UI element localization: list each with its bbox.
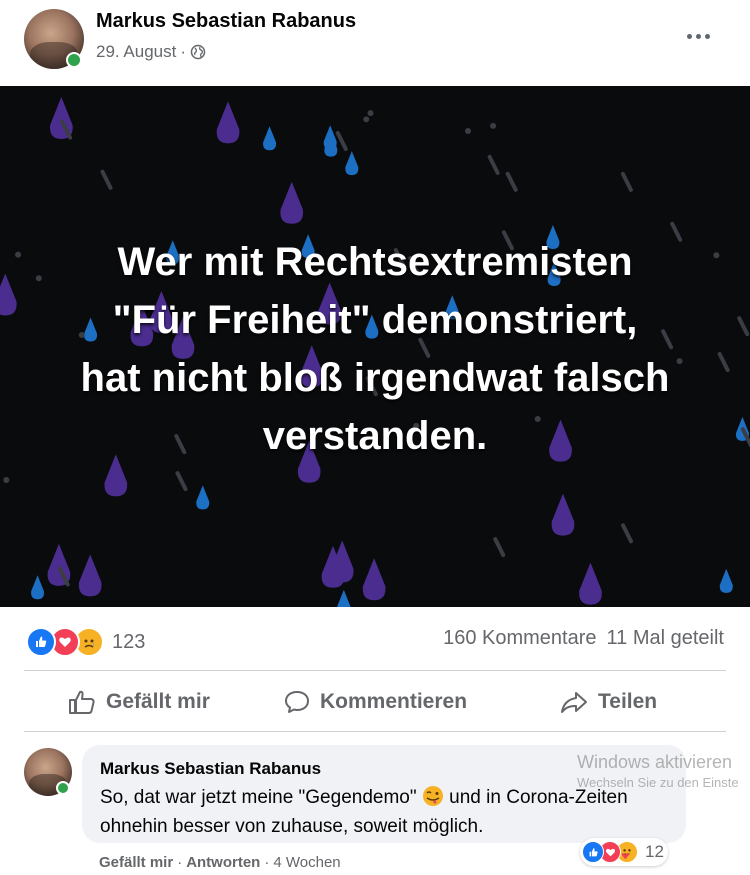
raindrop xyxy=(196,485,210,510)
raindrop xyxy=(620,171,633,192)
online-status-icon xyxy=(66,52,82,68)
post-header: Markus Sebastian Rabanus 29. August · xyxy=(0,0,750,86)
comment-reply-link[interactable]: Antworten xyxy=(186,854,260,871)
raindrop xyxy=(487,154,500,175)
watermark-subtitle: Wechseln Sie zu den Einste xyxy=(577,775,739,790)
more-options-icon xyxy=(686,33,692,39)
raindrop xyxy=(367,110,374,117)
like-icon xyxy=(582,841,604,863)
comment-footer: Gefällt mir · Antworten · 4 Wochen xyxy=(99,854,341,871)
share-arrow-icon xyxy=(561,692,587,713)
globe-icon xyxy=(190,44,206,60)
comment-time[interactable]: 4 Wochen xyxy=(273,854,340,871)
raindrop xyxy=(31,575,45,600)
like-icon xyxy=(26,627,56,657)
meta-separator: · xyxy=(180,42,187,61)
comment-button[interactable]: Kommentieren xyxy=(284,672,467,732)
comment-bubble-icon xyxy=(285,691,309,713)
commenter-online-icon xyxy=(56,781,70,795)
share-button-label: Teilen xyxy=(598,690,658,713)
comments-count-link[interactable]: 160 Kommentare xyxy=(443,627,596,650)
share-button[interactable]: Teilen xyxy=(560,672,657,732)
winking-tongue-emoji-icon xyxy=(422,786,443,806)
raindrop xyxy=(335,130,348,151)
actions-divider xyxy=(24,731,726,732)
reaction-count: 123 xyxy=(112,630,146,653)
post-meta: 29. August · xyxy=(96,42,206,62)
stats-right: 160 Kommentare 11 Mal geteilt xyxy=(443,627,724,650)
raindrop xyxy=(363,116,370,123)
raindrop xyxy=(323,125,337,150)
raindrop xyxy=(362,558,386,601)
raindrop xyxy=(493,537,506,558)
raindrop xyxy=(621,523,634,544)
like-button[interactable]: Gefällt mir xyxy=(68,672,210,732)
raindrop xyxy=(551,493,575,536)
post-image[interactable]: Wer mit Rechtsextremisten "Für Freiheit"… xyxy=(0,86,750,607)
raindrop xyxy=(78,554,102,597)
comment-button-label: Kommentieren xyxy=(320,690,468,713)
image-text-line: hat nicht bloß irgendwat falsch xyxy=(80,356,670,400)
post-stats: 123 160 Kommentare 11 Mal geteilt xyxy=(0,607,750,669)
comment-like-link[interactable]: Gefällt mir xyxy=(99,854,173,871)
raindrop xyxy=(579,562,602,605)
action-bar: Gefällt mir Kommentieren Teilen xyxy=(0,672,750,732)
raindrop xyxy=(263,126,277,151)
shares-count-link[interactable]: 11 Mal geteilt xyxy=(607,627,724,650)
raindrop xyxy=(3,477,10,484)
raindrop xyxy=(216,101,240,144)
raindrop xyxy=(490,122,497,129)
stats-divider xyxy=(24,670,726,671)
comment-reaction-count: 12 xyxy=(645,842,664,861)
watermark-title: Windows aktivieren xyxy=(577,752,733,772)
raindrop xyxy=(505,171,518,192)
post-date[interactable]: 29. August xyxy=(96,42,176,62)
raindrop xyxy=(100,169,113,190)
reactions-summary[interactable]: 123 xyxy=(26,627,145,657)
image-text: Wer mit Rechtsextremisten "Für Freiheit"… xyxy=(0,233,750,465)
image-text-line: "Für Freiheit" demonstriert, xyxy=(112,298,638,342)
comment-text-part: So, dat war jetzt meine "Gegendemo" xyxy=(100,787,417,808)
raindrop xyxy=(337,589,351,607)
raindrop xyxy=(280,181,304,224)
more-options-button[interactable] xyxy=(680,24,716,48)
thumbs-up-icon xyxy=(69,690,95,714)
image-text-line: Wer mit Rechtsextremisten xyxy=(117,240,633,284)
windows-activation-watermark: Windows aktivieren Wechseln Sie zu den E… xyxy=(577,752,739,790)
author-name[interactable]: Markus Sebastian Rabanus xyxy=(96,10,356,33)
comment-author[interactable]: Markus Sebastian Rabanus xyxy=(100,759,321,779)
comment-text: So, dat war jetzt meine "Gegendemo" und … xyxy=(100,783,680,841)
comment-reactions[interactable]: 12 xyxy=(580,838,668,866)
raindrop xyxy=(175,471,188,492)
raindrop xyxy=(465,127,472,134)
raindrop xyxy=(345,151,359,176)
image-text-line: verstanden. xyxy=(262,414,488,458)
footer-separator: · xyxy=(264,854,270,871)
footer-separator: · xyxy=(177,854,183,871)
raindrop xyxy=(719,568,733,593)
like-button-label: Gefällt mir xyxy=(106,690,210,713)
